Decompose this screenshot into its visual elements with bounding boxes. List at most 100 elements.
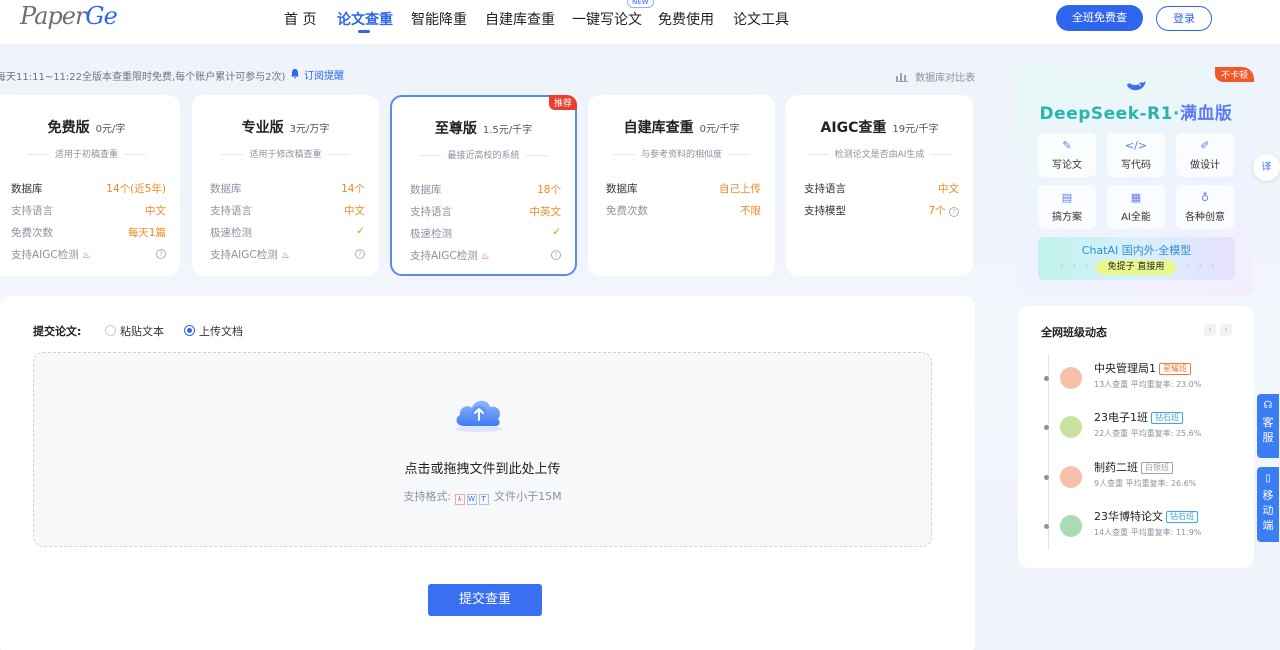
format-prefix: 支持格式: bbox=[403, 490, 452, 503]
feature-key: 数据库 bbox=[410, 184, 442, 196]
cloud-upload-icon bbox=[450, 393, 508, 433]
feature-value: 18个 bbox=[537, 184, 561, 196]
next-arrow-icon[interactable]: › bbox=[1220, 324, 1232, 336]
feature-value: 每天1篇 bbox=[127, 227, 166, 239]
level-badge: 钻石班 bbox=[1151, 412, 1183, 424]
nav-write-paper[interactable]: 一键写论文 bbox=[572, 9, 642, 29]
plan-feature-row: 支持AIGC检测 ♨? bbox=[210, 247, 365, 263]
tile-plan[interactable]: ▤ 搞方案 bbox=[1038, 185, 1096, 229]
plan-card-custom-library[interactable]: 自建库查重 0元/千字 与参考资料的相似度 数据库 自己上传 免费次数 不限 bbox=[588, 95, 775, 276]
plan-name: 至尊版 bbox=[434, 121, 477, 137]
plan-card-supreme[interactable]: 推荐 至尊版 1.5元/千字 最接近高校的系统 数据库 18个 支持语言 中英文 极速… bbox=[390, 95, 577, 276]
code-icon: </> bbox=[1124, 139, 1148, 152]
feed-item[interactable]: 制药二班 白银班 9人查重 平均重复率: 26.6% bbox=[1044, 457, 1244, 497]
upload-panel: 提交论文: 粘贴文本 上传文档 点击或拖拽文件到此处上传 支持格式: ⅄WT bbox=[0, 296, 975, 650]
check-icon: ✓ bbox=[356, 225, 365, 237]
file-dropzone[interactable]: 点击或拖拽文件到此处上传 支持格式: ⅄ W T 文件小于15M bbox=[33, 352, 932, 547]
tile-ai-all[interactable]: ▦ AI全能 bbox=[1107, 185, 1165, 229]
deepseek-promo-card[interactable]: 不卡顿 DeepSeek-R1·满血版 ✎ 写论文 </> 写代码 ✐ 做设计 ▤ 搞方… bbox=[1018, 67, 1254, 296]
class-activity-feed: 全网班级动态 ‹ › 中央管理局1 星耀班 13人查重 平均重复率: 23.0% 2… bbox=[1018, 306, 1254, 568]
help-icon[interactable]: ? bbox=[551, 250, 561, 260]
help-icon[interactable]: ? bbox=[355, 249, 365, 259]
chevrons-right-icon: › › › bbox=[1186, 261, 1218, 271]
timeline-dot bbox=[1044, 376, 1049, 381]
plan-name: 免费版 bbox=[47, 120, 90, 136]
submit-check-button[interactable]: 提交查重 bbox=[428, 584, 542, 616]
floating-translate-button[interactable]: 译 bbox=[1253, 154, 1280, 181]
feed-item[interactable]: 中央管理局1 星耀班 13人查重 平均重复率: 23.0% bbox=[1044, 358, 1244, 398]
site-logo[interactable]: PaperGe bbox=[20, 2, 118, 30]
top-header: PaperGe 首 页 论文查重 智能降重 自建库查重 一键写论文 NEW 免费… bbox=[0, 0, 1280, 44]
help-icon[interactable]: ? bbox=[949, 207, 959, 217]
customer-service-tab[interactable]: ☊ 客服 bbox=[1257, 394, 1279, 458]
timeline-dot bbox=[1044, 524, 1049, 529]
plan-feature-row: 极速检测 ✓ bbox=[210, 225, 365, 241]
plan-description: 检测论文是否由AI生成 bbox=[798, 147, 961, 160]
flame-icon: ♨ bbox=[281, 251, 290, 261]
feature-key: 支持语言 bbox=[11, 205, 53, 217]
nav-paper-tools[interactable]: 论文工具 bbox=[733, 9, 789, 29]
plan-card-aigc[interactable]: AIGC查重 19元/千字 检测论文是否由AI生成 支持语言 中文 支持模型 7个 ? bbox=[786, 95, 973, 276]
class-stats: 9人查重 平均重复率: 26.6% bbox=[1094, 479, 1197, 488]
prev-arrow-icon[interactable]: ‹ bbox=[1204, 324, 1216, 336]
nav-home[interactable]: 首 页 bbox=[284, 9, 316, 29]
login-button[interactable]: 登录 bbox=[1156, 6, 1212, 31]
recommended-badge: 推荐 bbox=[548, 95, 577, 110]
level-badge: 白银班 bbox=[1141, 462, 1173, 474]
feature-key: 支持AIGC检测 bbox=[11, 249, 79, 261]
class-free-check-button[interactable]: 全班免费查 bbox=[1056, 5, 1143, 31]
deepseek-title-main: DeepSeek-R1· bbox=[1039, 104, 1180, 124]
feature-key: 支持语言 bbox=[410, 206, 452, 218]
tile-write-paper[interactable]: ✎ 写论文 bbox=[1038, 133, 1096, 177]
translate-icon: 译 bbox=[1261, 162, 1272, 173]
customer-service-label: 客服 bbox=[1262, 416, 1274, 444]
plan-name: AIGC查重 bbox=[820, 120, 887, 136]
radio-upload-document[interactable]: 上传文档 bbox=[184, 323, 243, 339]
plan-feature-row: 支持AIGC检测 ♨? bbox=[410, 248, 561, 264]
plan-feature-row: 支持模型 7个 ? bbox=[804, 203, 959, 219]
feature-key: 免费次数 bbox=[11, 227, 53, 239]
timeline-dot bbox=[1044, 425, 1049, 430]
help-icon[interactable]: ? bbox=[156, 249, 166, 259]
submit-paper-label: 提交论文: bbox=[33, 325, 82, 338]
feed-title: 全网班级动态 bbox=[1041, 326, 1107, 339]
timeline-dot bbox=[1044, 475, 1049, 480]
nav-smart-reduce[interactable]: 智能降重 bbox=[411, 9, 467, 29]
plan-feature-row: 支持语言 中文 bbox=[210, 203, 365, 219]
nav-active-indicator bbox=[358, 30, 370, 33]
chatai-banner[interactable]: ChatAI 国内外·全模型 ‹ ‹ ‹ 免提子 直接用 › › › bbox=[1038, 237, 1235, 280]
tile-design[interactable]: ✐ 做设计 bbox=[1176, 133, 1234, 177]
feature-value: 7个 bbox=[928, 205, 946, 217]
nav-free-use[interactable]: 免费使用 bbox=[658, 9, 714, 29]
headset-icon: ☊ bbox=[1263, 400, 1273, 411]
class-name: 制药二班 bbox=[1094, 461, 1138, 474]
no-lag-badge: 不卡顿 bbox=[1214, 67, 1254, 82]
level-badge: 星耀班 bbox=[1159, 363, 1191, 375]
word-icon: W bbox=[466, 494, 477, 505]
database-compare-link[interactable]: 数据库对比表 bbox=[896, 69, 975, 84]
upload-instruction: 点击或拖拽文件到此处上传 bbox=[404, 462, 561, 477]
nav-custom-library[interactable]: 自建库查重 bbox=[485, 9, 555, 29]
feed-item[interactable]: 23华博特论文 钻石班 14人查重 平均重复率: 11.9% bbox=[1044, 506, 1244, 546]
feature-key: 极速检测 bbox=[410, 228, 452, 240]
plan-card-pro[interactable]: 专业版 3元/万字 适用于修改稿查重 数据库 14个 支持语言 中文 极速检测 ✓ 支持… bbox=[192, 95, 379, 276]
feature-key: 数据库 bbox=[210, 183, 242, 195]
level-badge: 钻石班 bbox=[1166, 511, 1198, 523]
radio-label: 上传文档 bbox=[199, 325, 243, 338]
tile-creative[interactable]: ♁ 各种创意 bbox=[1176, 185, 1234, 229]
nav-plagiarism-check[interactable]: 论文查重 bbox=[337, 9, 393, 29]
ai-grid-icon: ▦ bbox=[1130, 191, 1142, 204]
feature-key: 免费次数 bbox=[606, 205, 648, 217]
subscribe-reminder-link[interactable]: 订阅提醒 bbox=[290, 67, 344, 82]
class-name: 23电子1班 bbox=[1094, 411, 1148, 424]
plan-card-free[interactable]: 免费版 0元/字 适用于初稿查重 数据库 14个(近5年) 支持语言 中文 免费次数 每… bbox=[0, 95, 180, 276]
feature-value: 14个 bbox=[341, 183, 365, 195]
mobile-tab[interactable]: ▯ 移动端 bbox=[1257, 467, 1279, 542]
avatar bbox=[1060, 515, 1082, 537]
radio-paste-text[interactable]: 粘贴文本 bbox=[105, 323, 164, 339]
plan-description: 最接近高校的系统 bbox=[404, 148, 563, 161]
tile-write-code[interactable]: </> 写代码 bbox=[1107, 133, 1165, 177]
tile-label: 搞方案 bbox=[1052, 212, 1082, 223]
plan-feature-row: 数据库 14个(近5年) bbox=[11, 181, 166, 197]
feed-item[interactable]: 23电子1班 钻石班 22人查重 平均重复率: 25.6% bbox=[1044, 407, 1244, 447]
